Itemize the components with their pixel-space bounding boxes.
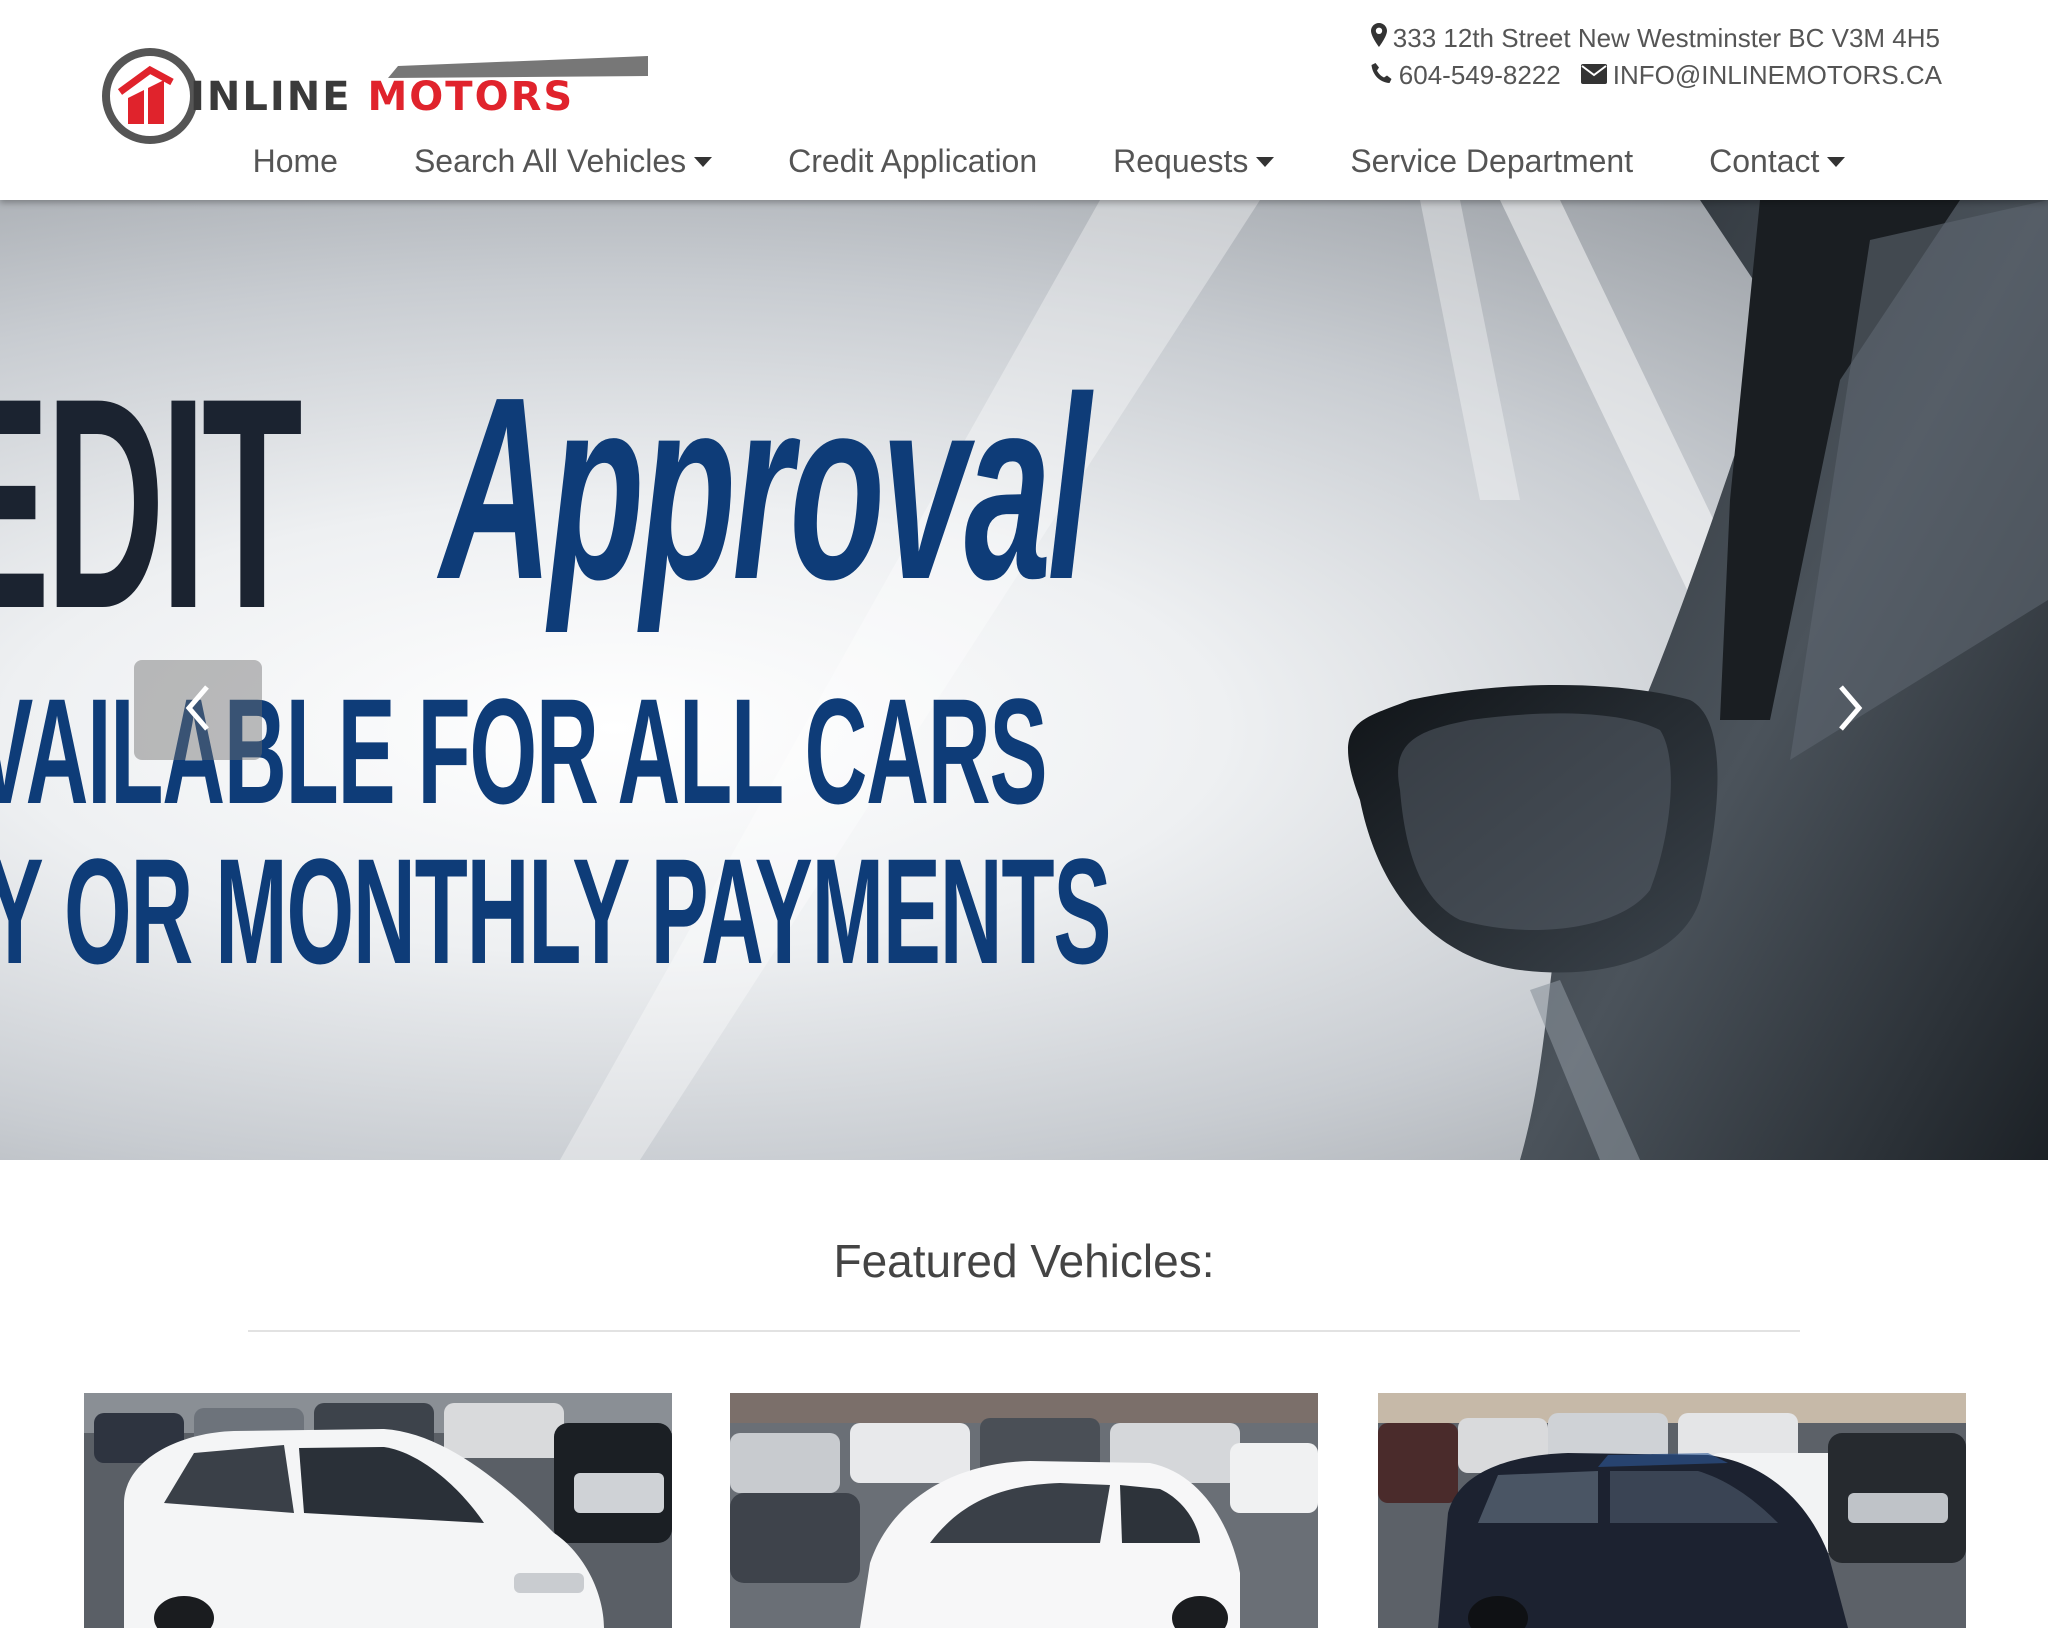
- nav-service-label: Service Department: [1350, 142, 1634, 179]
- section-divider: [248, 1330, 1800, 1332]
- carousel-next-button[interactable]: [1820, 660, 1880, 760]
- featured-vehicle-card[interactable]: [1378, 1393, 1966, 1628]
- carousel-prev-button[interactable]: [134, 660, 262, 760]
- nav-credit-application[interactable]: Credit Application: [788, 136, 1037, 186]
- white-hatchback-photo: [730, 1393, 1318, 1628]
- nav-search-all-vehicles[interactable]: Search All Vehicles: [413, 136, 713, 186]
- phone-link[interactable]: 604-549-8222: [1399, 57, 1561, 94]
- map-marker-icon: [1370, 20, 1387, 57]
- featured-vehicle-card[interactable]: [730, 1393, 1318, 1628]
- logo-word-inline: INLINE: [190, 74, 352, 120]
- contact-info: 333 12th Street New Westminster BC V3M 4…: [1370, 20, 1942, 94]
- hero-headline-part1: EDIT: [0, 335, 303, 671]
- featured-vehicles-heading: Featured Vehicles:: [833, 1235, 1215, 1287]
- nav-service-department[interactable]: Service Department: [1350, 136, 1633, 186]
- logo-wordmark: INLINE MOTORS: [190, 74, 574, 120]
- featured-vehicle-card[interactable]: [84, 1393, 672, 1628]
- chevron-right-icon: [1835, 683, 1865, 738]
- nav-search-label: Search All Vehicles: [413, 142, 687, 179]
- site-header: INLINE MOTORS 333 12th Street New Westmi…: [0, 0, 2048, 200]
- address-row: 333 12th Street New Westminster BC V3M 4…: [1370, 20, 1942, 57]
- chevron-left-icon: [183, 683, 213, 738]
- hero-carousel: EDIT Approval AVAILABLE FOR ALL CARS KLY…: [0, 200, 2048, 1160]
- nav-contact-label: Contact: [1709, 142, 1820, 179]
- hero-line-payments: KLY OR MONTHLY PAYMENTS: [0, 827, 1111, 995]
- nav-requests-label: Requests: [1113, 142, 1249, 179]
- logo-word-motors: MOTORS: [367, 74, 575, 120]
- nav-credit-label: Credit Application: [788, 142, 1038, 179]
- inline-motors-logo[interactable]: INLINE MOTORS: [98, 46, 658, 146]
- nav-home[interactable]: Home: [253, 136, 338, 186]
- caret-down-icon: [1827, 157, 1846, 167]
- caret-down-icon: [694, 157, 713, 167]
- caret-down-icon: [1256, 157, 1275, 167]
- address-text: 333 12th Street New Westminster BC V3M 4…: [1392, 23, 1940, 53]
- white-minivan-photo: [84, 1393, 672, 1628]
- main-nav: Home Search All Vehicles Credit Applicat…: [0, 136, 2048, 186]
- email-link[interactable]: INFO@INLINEMOTORS.CA: [1613, 57, 1942, 94]
- hero-headline-part2: Approval: [440, 344, 1091, 634]
- envelope-icon: [1580, 57, 1607, 94]
- dark-suv-photo: [1378, 1393, 1966, 1628]
- nav-contact[interactable]: Contact: [1709, 136, 1846, 186]
- phone-icon: [1371, 57, 1393, 94]
- phone-email-row: 604-549-8222 INFO@INLINEMOTORS.CA: [1371, 57, 1942, 94]
- nav-requests[interactable]: Requests: [1113, 136, 1275, 186]
- nav-home-label: Home: [252, 142, 338, 179]
